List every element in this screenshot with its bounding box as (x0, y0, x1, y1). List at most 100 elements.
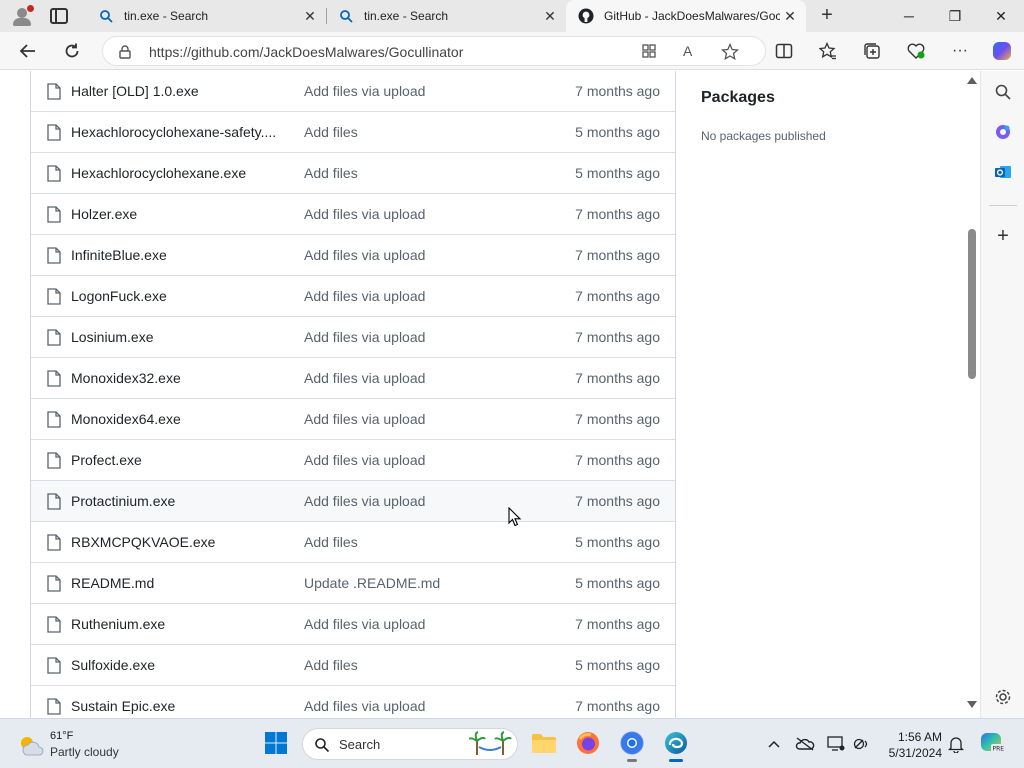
file-name-link[interactable]: Halter [OLD] 1.0.exe (71, 83, 199, 99)
favorites-button[interactable] (814, 38, 842, 64)
file-name-link[interactable]: Monoxidex32.exe (71, 370, 181, 386)
file-row[interactable]: InfiniteBlue.exe Add files via upload 7 mo… (31, 234, 675, 275)
address-bar[interactable]: https://github.com/JackDoesMalwares/Gocu… (102, 36, 766, 66)
sidebar-settings-button[interactable] (991, 685, 1015, 709)
commit-message-link[interactable]: Add files via upload (304, 288, 425, 304)
taskbar-clock[interactable]: 1:56 AM 5/31/2024 (880, 729, 942, 761)
file-explorer-button[interactable] (530, 729, 558, 757)
commit-message-link[interactable]: Update .README.md (304, 575, 440, 591)
commit-message-link[interactable]: Add files via upload (304, 247, 425, 263)
scroll-down-arrow-icon[interactable] (967, 701, 977, 708)
chrome-button[interactable] (618, 729, 646, 762)
tab-actions-icon[interactable] (50, 8, 68, 24)
file-row[interactable]: Monoxidex32.exe Add files via upload 7 mon… (31, 357, 675, 398)
taskbar-search[interactable]: Search (302, 728, 518, 760)
sidebar-add-button[interactable]: + (991, 224, 1015, 248)
file-name-link[interactable]: Hexachlorocyclohexane-safety.... (71, 124, 276, 140)
commit-message-link[interactable]: Add files (304, 534, 358, 550)
split-screen-button[interactable] (770, 38, 798, 64)
firefox-button[interactable] (574, 729, 602, 757)
copilot-button[interactable] (988, 38, 1016, 64)
file-row[interactable]: Monoxidex64.exe Add files via upload 7 mon… (31, 398, 675, 439)
file-row[interactable]: Profect.exe Add files via upload 7 months … (31, 439, 675, 480)
file-name-link[interactable]: Profect.exe (71, 452, 142, 468)
display-icon[interactable] (826, 735, 846, 753)
browser-essentials-button[interactable] (902, 38, 930, 64)
file-row[interactable]: Ruthenium.exe Add files via upload 7 month… (31, 603, 675, 644)
notifications-icon[interactable] (946, 735, 966, 753)
commit-message-link[interactable]: Add files via upload (304, 206, 425, 222)
start-button[interactable] (262, 729, 290, 757)
read-aloud-icon[interactable]: A (683, 43, 701, 61)
show-hidden-icons-button[interactable] (764, 735, 784, 753)
packages-heading[interactable]: Packages (701, 89, 961, 107)
network-sound-icon[interactable] (852, 735, 872, 753)
file-row[interactable]: Protactinium.exe Add files via upload 7 mo… (31, 480, 675, 521)
apps-icon[interactable] (641, 43, 659, 61)
file-row[interactable]: README.md Update .README.md 5 months ago (31, 562, 675, 603)
commit-message-link[interactable]: Add files (304, 165, 358, 181)
file-row[interactable]: LogonFuck.exe Add files via upload 7 month… (31, 275, 675, 316)
favorite-star-icon[interactable] (720, 42, 740, 61)
copilot-taskbar-button[interactable]: PRE (978, 729, 1006, 757)
file-name-link[interactable]: README.md (71, 575, 154, 591)
commit-message-link[interactable]: Add files via upload (304, 698, 425, 714)
commit-message-link[interactable]: Add files via upload (304, 370, 425, 386)
weather-widget[interactable]: 61°F Partly cloudy (16, 729, 176, 761)
collections-icon (864, 43, 880, 59)
file-name-link[interactable]: Sulfoxide.exe (71, 657, 155, 673)
file-name-link[interactable]: Protactinium.exe (71, 493, 175, 509)
file-row[interactable]: Holzer.exe Add files via upload 7 months a… (31, 193, 675, 234)
file-row[interactable]: RBXMCPQKVAOE.exe Add files 5 months ago (31, 521, 675, 562)
file-row[interactable]: Hexachlorocyclohexane-safety.... Add file… (31, 111, 675, 152)
lock-icon[interactable] (119, 45, 131, 64)
back-button[interactable] (14, 38, 42, 64)
commit-message-link[interactable]: Add files via upload (304, 452, 425, 468)
commit-message-link[interactable]: Add files via upload (304, 411, 425, 427)
file-name-link[interactable]: Holzer.exe (71, 206, 137, 222)
scroll-thumb[interactable] (968, 229, 976, 379)
file-name-link[interactable]: Monoxidex64.exe (71, 411, 181, 427)
close-tab-icon[interactable]: ✕ (780, 8, 800, 25)
file-row[interactable]: Sulfoxide.exe Add files 5 months ago (31, 644, 675, 685)
packages-empty-text: No packages published (701, 129, 826, 143)
file-name-link[interactable]: Hexachlorocyclohexane.exe (71, 165, 246, 181)
onedrive-icon[interactable] (795, 735, 815, 753)
file-name-link[interactable]: RBXMCPQKVAOE.exe (71, 534, 215, 550)
close-tab-icon[interactable]: ✕ (300, 8, 320, 25)
collections-button[interactable] (858, 38, 886, 64)
commit-message-link[interactable]: Add files via upload (304, 329, 425, 345)
tab-search-1[interactable]: tin.exe - Search ✕ (86, 0, 326, 32)
more-options-button[interactable]: ··· (946, 38, 974, 64)
new-tab-button[interactable]: + (816, 4, 838, 26)
commit-message-link[interactable]: Add files (304, 124, 358, 140)
file-row[interactable]: Halter [OLD] 1.0.exe Add files via upload… (31, 71, 675, 111)
file-row[interactable]: Sustain Epic.exe Add files via upload 7 mo… (31, 685, 675, 718)
profile-avatar-icon[interactable] (10, 5, 34, 27)
sidebar-search-button[interactable] (991, 80, 1015, 104)
page-scrollbar[interactable] (964, 71, 980, 718)
tab-github[interactable]: GitHub - JackDoesMalwares/Gocullinator ✕ (566, 0, 806, 32)
scroll-up-arrow-icon[interactable] (967, 77, 977, 84)
commit-message-link[interactable]: Add files via upload (304, 616, 425, 632)
commit-message-link[interactable]: Add files via upload (304, 493, 425, 509)
file-name-link[interactable]: LogonFuck.exe (71, 288, 167, 304)
sidebar-copilot-button[interactable] (991, 120, 1015, 144)
edge-button[interactable] (662, 729, 690, 762)
commit-message-link[interactable]: Add files via upload (304, 83, 425, 99)
file-name-link[interactable]: Losinium.exe (71, 329, 154, 345)
commit-message-link[interactable]: Add files (304, 657, 358, 673)
refresh-button[interactable] (58, 38, 86, 64)
tab-search-2[interactable]: tin.exe - Search ✕ (326, 0, 566, 32)
file-row[interactable]: Hexachlorocyclohexane.exe Add files 5 mont… (31, 152, 675, 193)
restore-button[interactable]: ❐ (932, 0, 978, 32)
file-name-link[interactable]: Ruthenium.exe (71, 616, 165, 632)
sidebar-outlook-button[interactable] (991, 160, 1015, 184)
url-text[interactable]: https://github.com/JackDoesMalwares/Gocu… (149, 44, 463, 60)
file-row[interactable]: Losinium.exe Add files via upload 7 months… (31, 316, 675, 357)
file-name-link[interactable]: Sustain Epic.exe (71, 698, 175, 714)
minimize-button[interactable]: ─ (886, 0, 932, 32)
file-name-link[interactable]: InfiniteBlue.exe (71, 247, 167, 263)
close-window-button[interactable]: ✕ (978, 0, 1024, 32)
close-tab-icon[interactable]: ✕ (540, 8, 560, 25)
